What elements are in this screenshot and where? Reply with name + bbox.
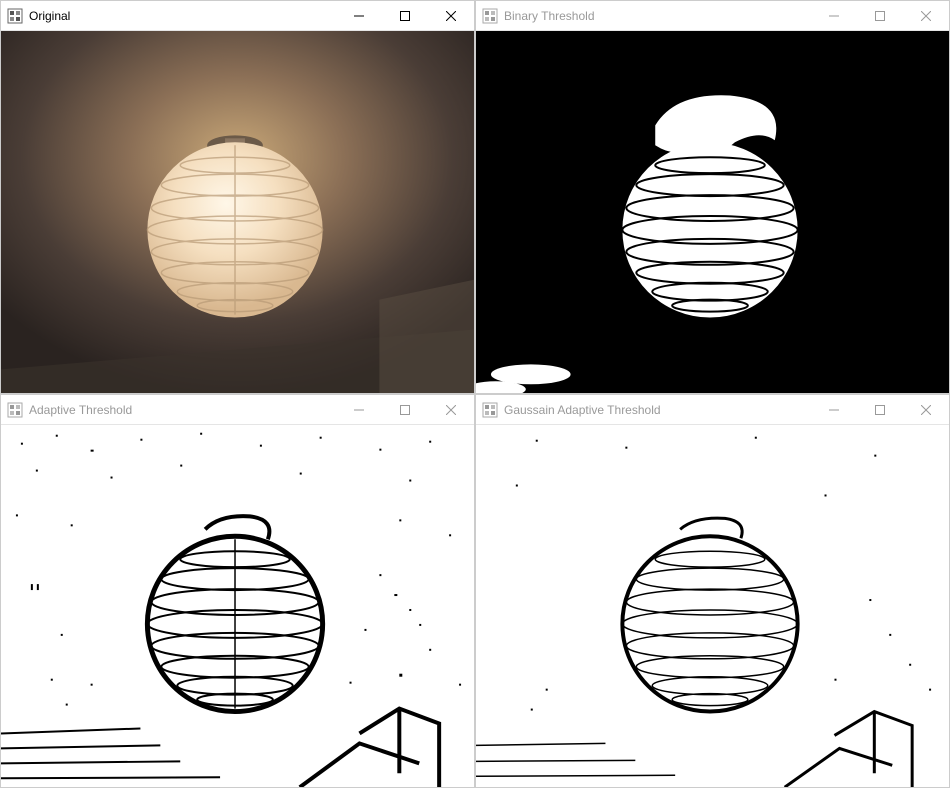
window-adaptive: Adaptive Threshold	[0, 394, 475, 788]
windows-grid: Original	[0, 0, 950, 788]
image-gaussian	[476, 425, 949, 787]
maximize-button[interactable]	[857, 395, 903, 424]
close-button[interactable]	[428, 395, 474, 424]
image-adaptive	[1, 425, 474, 787]
window-original: Original	[0, 0, 475, 394]
minimize-button[interactable]	[336, 395, 382, 424]
minimize-button[interactable]	[336, 1, 382, 30]
titlebar-original[interactable]: Original	[1, 1, 474, 31]
minimize-button[interactable]	[811, 1, 857, 30]
window-title: Original	[29, 9, 336, 23]
app-icon	[482, 8, 498, 24]
window-controls	[811, 1, 949, 30]
window-controls	[336, 395, 474, 424]
titlebar-adaptive[interactable]: Adaptive Threshold	[1, 395, 474, 425]
close-button[interactable]	[903, 395, 949, 424]
window-title: Gaussain Adaptive Threshold	[504, 403, 811, 417]
minimize-button[interactable]	[811, 395, 857, 424]
titlebar-gaussian[interactable]: Gaussain Adaptive Threshold	[476, 395, 949, 425]
window-title: Binary Threshold	[504, 9, 811, 23]
app-icon	[7, 402, 23, 418]
close-button[interactable]	[903, 1, 949, 30]
titlebar-binary[interactable]: Binary Threshold	[476, 1, 949, 31]
image-original	[1, 31, 474, 393]
window-controls	[336, 1, 474, 30]
close-button[interactable]	[428, 1, 474, 30]
maximize-button[interactable]	[382, 1, 428, 30]
image-binary	[476, 31, 949, 393]
window-controls	[811, 395, 949, 424]
window-gaussian: Gaussain Adaptive Threshold	[475, 394, 950, 788]
maximize-button[interactable]	[382, 395, 428, 424]
window-title: Adaptive Threshold	[29, 403, 336, 417]
app-icon	[482, 402, 498, 418]
app-icon	[7, 8, 23, 24]
window-binary: Binary Threshold	[475, 0, 950, 394]
maximize-button[interactable]	[857, 1, 903, 30]
